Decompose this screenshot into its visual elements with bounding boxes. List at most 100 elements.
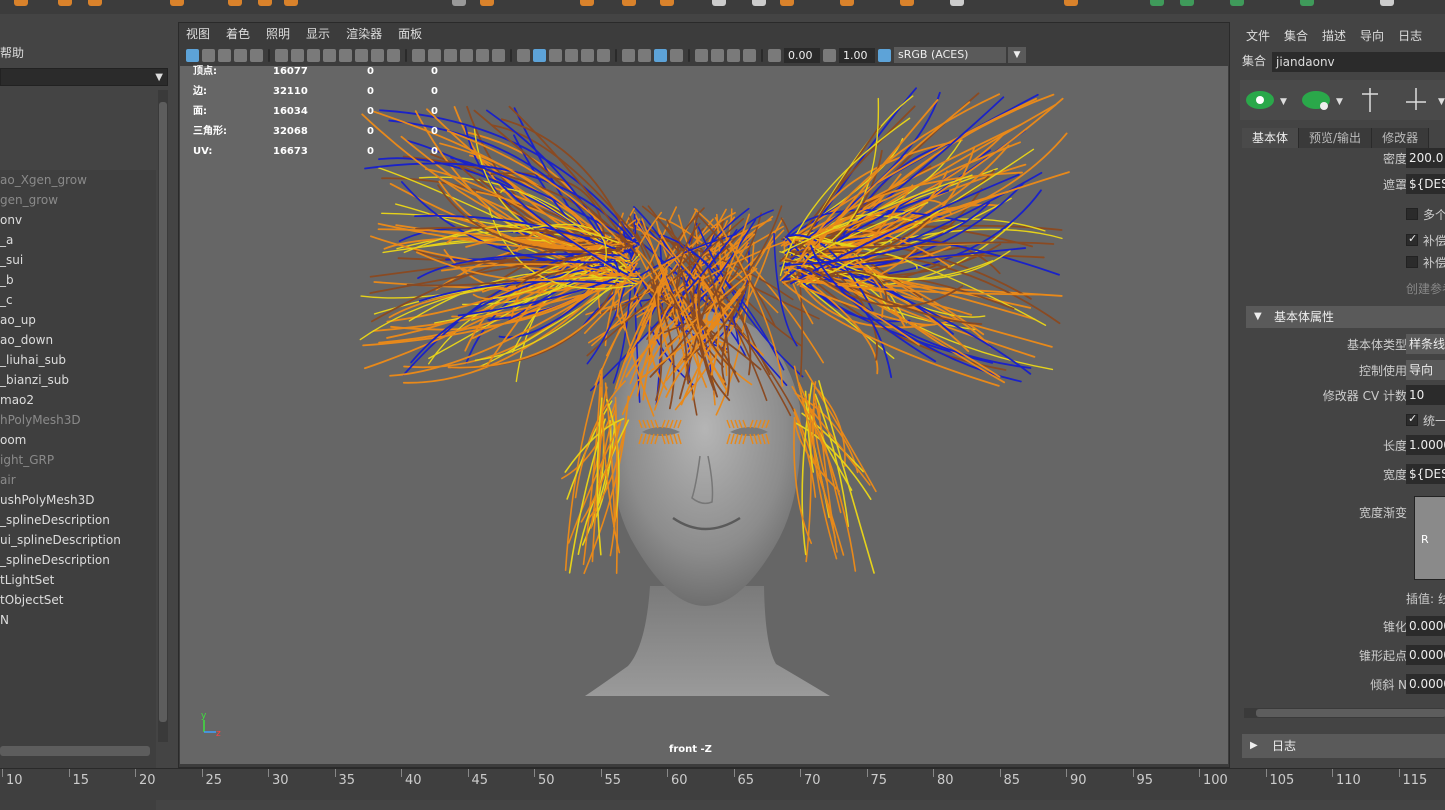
outliner-item[interactable]: oom bbox=[0, 430, 156, 450]
create-reference-button[interactable]: 创建参考 bbox=[1406, 280, 1445, 297]
shadows-icon[interactable] bbox=[597, 48, 610, 62]
outliner-item[interactable]: _b bbox=[0, 270, 156, 290]
chevron-down-icon[interactable]: ▼ bbox=[1008, 47, 1026, 63]
outliner-item[interactable]: ao_up bbox=[0, 310, 156, 330]
viewport-menu-item[interactable]: 照明 bbox=[266, 25, 290, 41]
lights-icon[interactable] bbox=[581, 48, 594, 62]
smooth-shade-icon[interactable] bbox=[533, 48, 546, 62]
tool-icon[interactable] bbox=[950, 0, 964, 6]
gate-mask-icon[interactable] bbox=[339, 48, 352, 62]
exposure-icon[interactable] bbox=[768, 48, 781, 62]
resolution-gate-icon[interactable] bbox=[323, 48, 336, 62]
safe-action-icon[interactable] bbox=[371, 48, 384, 62]
color-management-icon[interactable] bbox=[878, 48, 891, 62]
tool-icon[interactable] bbox=[622, 0, 636, 6]
outliner-item[interactable]: onv bbox=[0, 210, 156, 230]
exposure-field[interactable]: 0.00 bbox=[784, 47, 820, 63]
tool-icon[interactable] bbox=[712, 0, 726, 6]
wireframe-shading-icon[interactable] bbox=[517, 48, 530, 62]
tool-icon[interactable] bbox=[780, 0, 794, 6]
safe-frame-icon[interactable] bbox=[476, 48, 489, 62]
anti-alias-icon[interactable] bbox=[654, 48, 667, 62]
scrollbar-thumb[interactable] bbox=[159, 102, 167, 722]
tool-icon[interactable] bbox=[1064, 0, 1078, 6]
outliner-item[interactable]: _liuhai_sub bbox=[0, 350, 156, 370]
attribute-menu-item[interactable]: 日志 bbox=[1398, 27, 1422, 44]
outliner-item[interactable]: hPolyMesh3D bbox=[0, 410, 156, 430]
camera-attributes-icon[interactable] bbox=[202, 48, 215, 62]
viewport-menu-item[interactable]: 面板 bbox=[398, 25, 422, 41]
bookmark-icon[interactable] bbox=[218, 48, 231, 62]
log-section[interactable]: ▶ 日志 bbox=[1242, 734, 1445, 758]
primitive-attributes-section[interactable]: ▼ 基本体属性 bbox=[1246, 306, 1445, 328]
outliner-item[interactable]: _splineDescription bbox=[0, 550, 156, 570]
outliner-item[interactable]: air bbox=[0, 470, 156, 490]
compensate-checkbox-1[interactable] bbox=[1406, 232, 1418, 246]
outliner-item[interactable]: _splineDescription bbox=[0, 510, 156, 530]
wireframe-icon[interactable] bbox=[412, 48, 425, 62]
outliner-item[interactable]: _sui bbox=[0, 250, 156, 270]
field-chart-icon[interactable] bbox=[355, 48, 368, 62]
attribute-menu-item[interactable]: 导向 bbox=[1360, 27, 1384, 44]
width-ramp-widget[interactable]: R bbox=[1414, 496, 1445, 580]
collection-select[interactable]: jiandaonv bbox=[1272, 52, 1445, 72]
control-select[interactable]: 导向 bbox=[1406, 360, 1445, 380]
taper-field[interactable]: 0.0000 bbox=[1406, 616, 1445, 636]
mask-field[interactable]: ${DESC} bbox=[1406, 174, 1445, 194]
viewport-menu-item[interactable]: 着色 bbox=[226, 25, 250, 41]
outliner-item[interactable]: N bbox=[0, 610, 156, 630]
add-guide-icon[interactable] bbox=[1362, 88, 1378, 112]
tool-icon[interactable] bbox=[1230, 0, 1244, 6]
3d-viewport[interactable]: y z bbox=[180, 66, 1228, 764]
outliner-item[interactable]: tLightSet bbox=[0, 570, 156, 590]
attribute-tab[interactable]: 预览/输出 bbox=[1299, 128, 1373, 148]
film-gate-icon[interactable] bbox=[307, 48, 320, 62]
time-slider[interactable]: 10 15 20 25 30 35 40 45 50 55 60 65 70 75 80 85 90 95 100 1… bbox=[0, 768, 1445, 800]
outliner-item[interactable]: ui_splineDescription bbox=[0, 530, 156, 550]
outliner-item[interactable]: gen_grow bbox=[0, 190, 156, 210]
compensate-checkbox-2[interactable] bbox=[1406, 256, 1418, 268]
tool-icon[interactable] bbox=[1300, 0, 1314, 6]
ambient-occlusion-icon[interactable] bbox=[622, 48, 635, 62]
outliner-item[interactable]: _c bbox=[0, 290, 156, 310]
gamma-field[interactable]: 1.00 bbox=[839, 47, 875, 63]
color-space-select[interactable]: sRGB (ACES) ▼ bbox=[894, 47, 1026, 63]
attribute-menu-item[interactable]: 集合 bbox=[1284, 27, 1308, 44]
grease-pencil-icon[interactable] bbox=[275, 48, 288, 62]
textured-icon[interactable] bbox=[565, 48, 578, 62]
clear-preview-icon[interactable] bbox=[1302, 91, 1330, 110]
attribute-tab[interactable]: 基本体 bbox=[1242, 128, 1300, 148]
tool-icon[interactable] bbox=[1150, 0, 1164, 6]
outliner-filter-field[interactable]: ▼ bbox=[0, 68, 168, 86]
xray-components-icon[interactable] bbox=[743, 48, 756, 62]
chevron-down-icon[interactable]: ▼ bbox=[1438, 97, 1445, 107]
frame-icon[interactable] bbox=[460, 48, 473, 62]
density-field[interactable]: 200.0 bbox=[1406, 148, 1445, 168]
outliner-item[interactable]: _a bbox=[0, 230, 156, 250]
unify-checkbox[interactable] bbox=[1406, 412, 1418, 426]
attribute-horizontal-scrollbar[interactable] bbox=[1244, 708, 1445, 718]
preview-eye-icon[interactable] bbox=[1246, 91, 1274, 109]
cv-count-field[interactable]: 10 bbox=[1406, 385, 1445, 405]
tool-icon[interactable] bbox=[452, 0, 466, 6]
tool-icon[interactable] bbox=[660, 0, 674, 6]
tool-icon[interactable] bbox=[580, 0, 594, 6]
motion-blur-icon[interactable] bbox=[638, 48, 651, 62]
grid-toggle-icon[interactable] bbox=[428, 48, 441, 62]
tool-icon[interactable] bbox=[752, 0, 766, 6]
multi-checkbox[interactable] bbox=[1406, 208, 1418, 220]
grid-icon[interactable] bbox=[291, 48, 304, 62]
tilt-field[interactable]: 0.0000 bbox=[1406, 674, 1445, 694]
xray-icon[interactable] bbox=[711, 48, 724, 62]
image-plane-icon[interactable] bbox=[234, 48, 247, 62]
taper-start-field[interactable]: 0.0000 bbox=[1406, 645, 1445, 665]
attribute-menu-item[interactable]: 描述 bbox=[1322, 27, 1346, 44]
interp-value[interactable]: 线 bbox=[1438, 590, 1445, 607]
viewport-menu-item[interactable]: 视图 bbox=[186, 25, 210, 41]
safe-title-icon[interactable] bbox=[387, 48, 400, 62]
tool-icon[interactable] bbox=[840, 0, 854, 6]
tool-icon[interactable] bbox=[258, 0, 272, 6]
move-guide-icon[interactable] bbox=[1406, 88, 1426, 110]
viewport-menu-item[interactable]: 渲染器 bbox=[346, 25, 382, 41]
isolate-select-icon[interactable] bbox=[695, 48, 708, 62]
